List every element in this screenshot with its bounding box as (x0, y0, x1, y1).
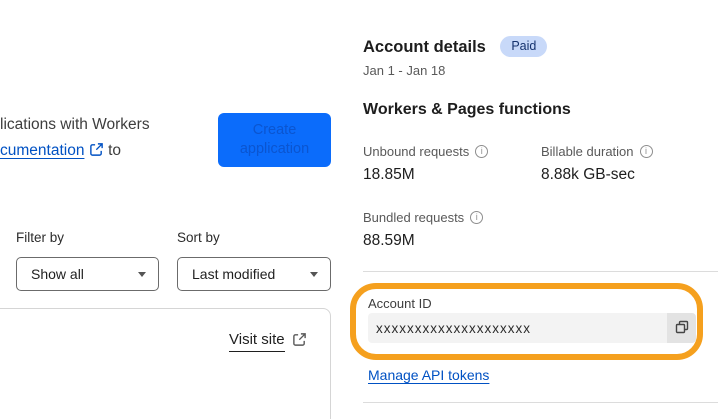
intro-text-line1: lications with Workers (0, 116, 150, 134)
stat-label: Unbound requests (363, 144, 470, 159)
external-link-icon (292, 332, 307, 352)
sort-dropdown[interactable]: Last modified (177, 257, 331, 291)
stat-billable-duration: Billable duration i 8.88k GB-sec (541, 144, 653, 184)
create-application-label: Create application (239, 122, 310, 157)
info-icon[interactable]: i (470, 211, 484, 224)
stat-label: Bundled requests (363, 210, 465, 225)
account-id-label: Account ID (368, 296, 432, 311)
divider (363, 402, 718, 403)
account-id-input[interactable] (368, 313, 667, 343)
paid-badge: Paid (500, 36, 548, 57)
account-details-header: Account details Paid (363, 36, 548, 57)
stat-value: 18.85M (363, 166, 415, 183)
account-details-title: Account details (363, 38, 486, 56)
sort-by-label: Sort by (177, 230, 220, 245)
create-application-button[interactable]: Create application (218, 113, 331, 167)
chevron-down-icon (138, 271, 146, 277)
stat-unbound-requests: Unbound requests i 18.85M (363, 144, 489, 184)
stat-bundled-requests: Bundled requests i 88.59M (363, 210, 484, 250)
chevron-down-icon (310, 271, 318, 277)
date-range: Jan 1 - Jan 18 (363, 63, 446, 78)
intro-text: lications with Workers (0, 116, 150, 133)
info-icon[interactable]: i (639, 145, 653, 158)
info-icon[interactable]: i (475, 145, 489, 158)
account-id-group (368, 313, 696, 343)
workers-pages-overview: lications with Workers cumentation to Cr… (0, 0, 718, 419)
intro-text-after-link: to (103, 142, 121, 159)
intro-text-line2: cumentation to (0, 142, 121, 162)
functions-section-title: Workers & Pages functions (363, 101, 571, 118)
manage-api-tokens-link[interactable]: Manage API tokens (368, 367, 489, 383)
external-link-icon (89, 142, 104, 162)
filter-dropdown[interactable]: Show all (16, 257, 159, 291)
divider (363, 271, 718, 272)
stat-value: 88.59M (363, 232, 415, 249)
visit-site-link[interactable]: Visit site (229, 331, 285, 352)
stat-label: Billable duration (541, 144, 634, 159)
documentation-link[interactable]: cumentation (0, 142, 84, 159)
sort-dropdown-value: Last modified (192, 266, 276, 282)
visit-site-row: Visit site (229, 331, 307, 352)
filter-dropdown-value: Show all (31, 266, 84, 282)
copy-icon (674, 319, 690, 338)
filter-by-label: Filter by (16, 230, 65, 245)
application-card (0, 308, 331, 419)
stat-value: 8.88k GB-sec (541, 166, 635, 183)
copy-account-id-button[interactable] (667, 313, 696, 343)
